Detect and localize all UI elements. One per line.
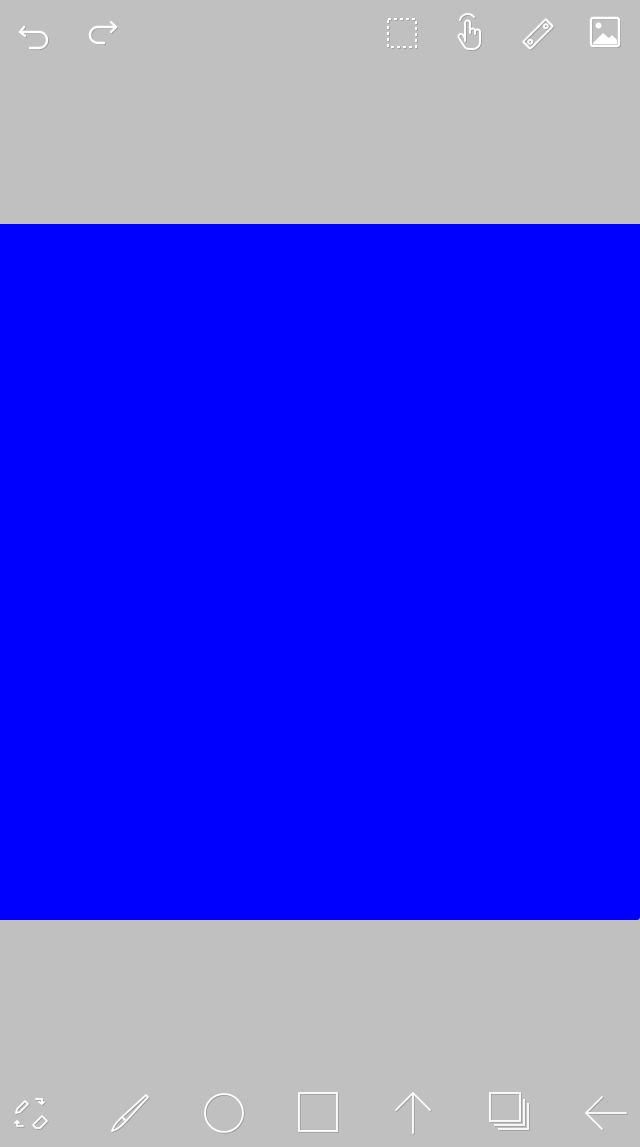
arrow-left-icon [585, 1096, 628, 1131]
back-button[interactable] [584, 1091, 628, 1135]
drawing-canvas[interactable] [0, 224, 640, 920]
arrow-tool-button[interactable] [391, 1091, 435, 1135]
bottom-toolbar [0, 1080, 640, 1147]
layers-icon [489, 1092, 530, 1131]
image-icon [589, 16, 622, 49]
drawing-app [0, 0, 640, 1147]
swap-tool-button[interactable] [11, 1091, 55, 1135]
rectangle-tool-button[interactable] [297, 1091, 341, 1135]
top-toolbar [0, 0, 640, 70]
ellipse-tool-button[interactable] [202, 1091, 246, 1135]
hand-pointer-icon [457, 13, 482, 51]
ruler-icon [522, 18, 555, 51]
arrow-up-icon [395, 1092, 432, 1135]
select-button[interactable] [380, 11, 424, 55]
redo-arrow-icon [88, 20, 119, 46]
brush-tool-button[interactable] [106, 1091, 150, 1135]
pan-button[interactable] [447, 11, 491, 55]
ruler-button[interactable] [516, 12, 560, 56]
pen-eraser-swap-icon [14, 1098, 49, 1130]
circle-icon [204, 1093, 245, 1134]
layers-button[interactable] [488, 1091, 532, 1135]
blue-filled-layer [0, 224, 640, 920]
image-button[interactable] [584, 11, 628, 55]
brush-icon [111, 1094, 150, 1133]
undo-arrow-icon [18, 25, 49, 51]
square-icon [298, 1092, 339, 1133]
dashed-selection-icon [387, 18, 418, 49]
redo-button[interactable] [80, 12, 124, 56]
undo-button[interactable] [12, 12, 56, 56]
